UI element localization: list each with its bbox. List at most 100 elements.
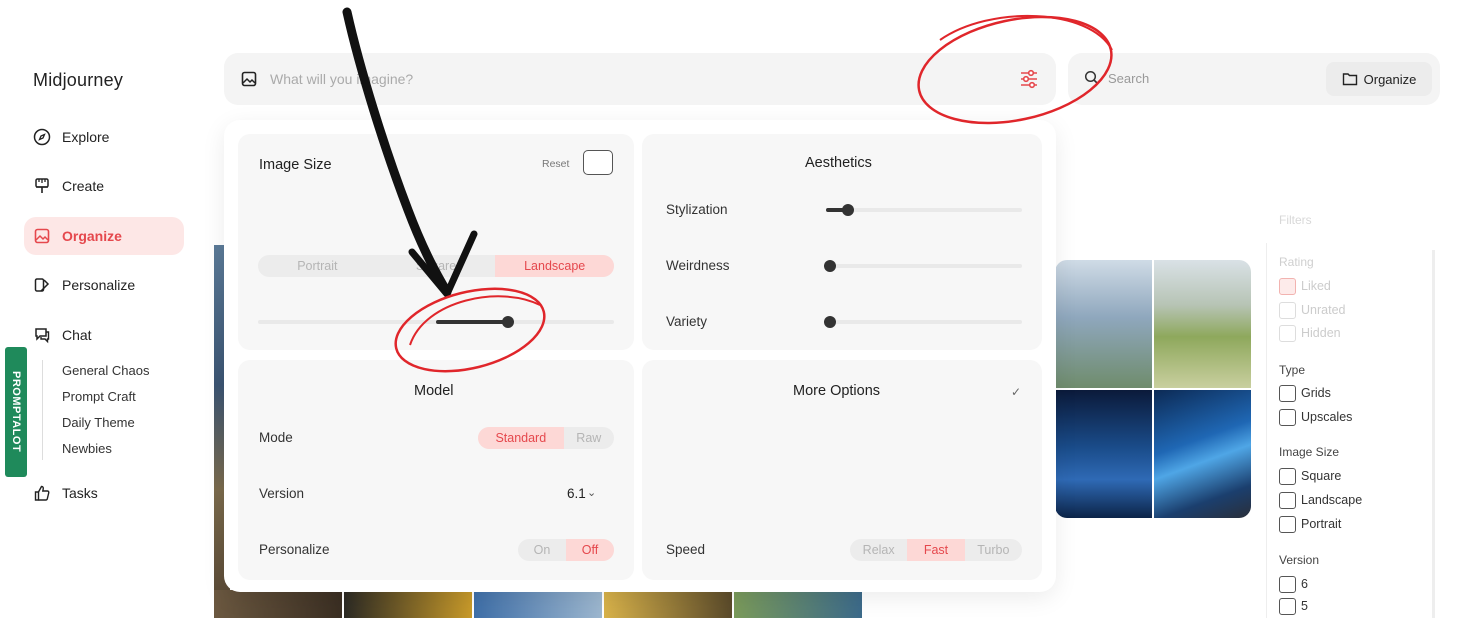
compass-icon — [32, 127, 52, 147]
filter-rating-hidden[interactable]: Hidden — [1279, 324, 1341, 342]
sidebar-item-explore[interactable]: Explore — [24, 118, 184, 156]
image-icon — [240, 70, 258, 88]
checkbox[interactable] — [1279, 324, 1296, 342]
aesthetics-title: Aesthetics — [805, 155, 872, 171]
speed-fast[interactable]: Fast — [907, 539, 965, 561]
chevron-down-icon[interactable]: ⌄ — [587, 486, 596, 499]
brand-logo[interactable]: Midjourney — [33, 70, 123, 91]
checkbox[interactable] — [1279, 408, 1296, 426]
chat-room-newbies[interactable]: Newbies — [62, 441, 112, 456]
checkbox[interactable] — [1279, 301, 1296, 319]
more-options-title: More Options — [793, 383, 881, 399]
variety-slider[interactable] — [824, 316, 1022, 328]
filter-option-label: 6 — [1301, 577, 1308, 591]
checkbox[interactable] — [1279, 515, 1296, 533]
speed-relax[interactable]: Relax — [850, 539, 907, 561]
slider-knob[interactable] — [824, 260, 836, 272]
filter-option-label: Hidden — [1301, 326, 1341, 340]
filter-size-landscape[interactable]: Landscape — [1279, 491, 1362, 509]
stylization-label: Stylization — [666, 202, 728, 217]
checkbox[interactable] — [1279, 491, 1296, 509]
filter-option-label: Unrated — [1301, 303, 1346, 317]
gallery-tile[interactable] — [1154, 260, 1251, 388]
gallery-grid-image[interactable] — [1055, 260, 1251, 518]
orientation-landscape[interactable]: Landscape — [495, 255, 614, 277]
gallery-thumb[interactable] — [474, 590, 602, 618]
slider-knob[interactable] — [842, 204, 854, 216]
sidebar-item-organize[interactable]: Organize — [24, 217, 184, 255]
variety-label: Variety — [666, 314, 708, 329]
folder-icon — [1342, 72, 1358, 86]
speed-label: Speed — [666, 542, 706, 557]
gallery-thumb[interactable] — [734, 590, 862, 618]
version-select[interactable]: 6.1 — [567, 486, 586, 501]
slider-knob[interactable] — [824, 316, 836, 328]
personalize-off[interactable]: Off — [566, 539, 614, 561]
gallery-thumb[interactable] — [214, 590, 342, 618]
image-icon — [32, 226, 52, 246]
checkbox[interactable] — [1279, 277, 1296, 295]
filter-size-portrait[interactable]: Portrait — [1279, 515, 1341, 533]
sidebar-item-label: Explore — [62, 129, 110, 145]
filters-scrollbar[interactable] — [1432, 250, 1435, 618]
gallery-tile[interactable] — [1154, 390, 1251, 518]
checkbox[interactable] — [1279, 597, 1296, 615]
personalize-icon — [32, 275, 52, 295]
orientation-toggle[interactable]: Portrait Square Landscape — [258, 255, 614, 277]
filter-option-label: Upscales — [1301, 410, 1353, 424]
mode-toggle[interactable]: Standard Raw — [478, 427, 614, 449]
gallery-thumb[interactable] — [344, 590, 472, 618]
chat-room-daily-theme[interactable]: Daily Theme — [62, 415, 135, 430]
personalize-label: Personalize — [259, 542, 330, 557]
filter-type-grids[interactable]: Grids — [1279, 384, 1331, 402]
gallery-tile[interactable] — [1055, 390, 1152, 518]
reset-button[interactable]: Reset — [542, 158, 569, 170]
checkbox[interactable] — [1279, 467, 1296, 485]
thumbs-up-icon — [32, 483, 52, 503]
orientation-portrait[interactable]: Portrait — [258, 255, 377, 277]
organize-button[interactable]: Organize — [1326, 62, 1432, 96]
promptalot-extension-tab[interactable]: PROMPTALOT — [5, 347, 27, 477]
mode-raw[interactable]: Raw — [564, 427, 614, 449]
chat-room-prompt-craft[interactable]: Prompt Craft — [62, 389, 136, 404]
gallery-tile[interactable] — [1055, 260, 1152, 388]
slider-knob[interactable] — [502, 316, 514, 328]
filter-version-5[interactable]: 5 — [1279, 597, 1308, 615]
gallery-bottom-row — [214, 590, 864, 618]
filter-rating-heading: Rating — [1279, 255, 1314, 269]
weirdness-slider[interactable] — [824, 260, 1022, 272]
sidebar-item-create[interactable]: Create — [24, 167, 184, 205]
filter-size-square[interactable]: Square — [1279, 467, 1341, 485]
gallery-thumb[interactable] — [604, 590, 732, 618]
filter-option-label: Portrait — [1301, 517, 1342, 531]
imagine-prompt-bar[interactable]: What will you imagine? — [224, 53, 1056, 105]
checkbox[interactable] — [1279, 575, 1296, 593]
filter-version-heading: Version — [1279, 553, 1320, 567]
orientation-square[interactable]: Square — [377, 255, 496, 277]
filter-type-upscales[interactable]: Upscales — [1279, 408, 1352, 426]
sidebar-item-personalize[interactable]: Personalize — [24, 266, 184, 304]
chat-room-general-chaos[interactable]: General Chaos — [62, 363, 149, 378]
checkmark-icon[interactable]: ✓ — [1011, 385, 1021, 399]
checkbox[interactable] — [1279, 384, 1296, 402]
sidebar-item-label: Tasks — [62, 485, 98, 501]
aspect-ratio-slider[interactable] — [258, 316, 614, 328]
slider-fill — [436, 320, 508, 324]
filter-rating-unrated[interactable]: Unrated — [1279, 301, 1345, 319]
imagine-input[interactable]: What will you imagine? — [270, 71, 413, 87]
sidebar-item-chat[interactable]: Chat — [24, 316, 184, 354]
personalize-toggle[interactable]: On Off — [518, 539, 614, 561]
speed-toggle[interactable]: Relax Fast Turbo — [850, 539, 1022, 561]
stylization-slider[interactable] — [826, 204, 1022, 216]
filter-rating-liked[interactable]: Liked — [1279, 277, 1331, 295]
personalize-on[interactable]: On — [518, 539, 566, 561]
filter-version-6[interactable]: 6 — [1279, 575, 1308, 593]
sidebar-item-tasks[interactable]: Tasks — [24, 474, 184, 512]
filter-option-label: Grids — [1301, 386, 1331, 400]
speed-turbo[interactable]: Turbo — [965, 539, 1022, 561]
search-input[interactable]: Search — [1108, 71, 1149, 86]
settings-sliders-icon[interactable] — [1018, 68, 1040, 90]
filter-size-heading: Image Size — [1279, 445, 1340, 459]
mode-standard[interactable]: Standard — [478, 427, 564, 449]
aspect-ratio-preview — [583, 150, 613, 175]
